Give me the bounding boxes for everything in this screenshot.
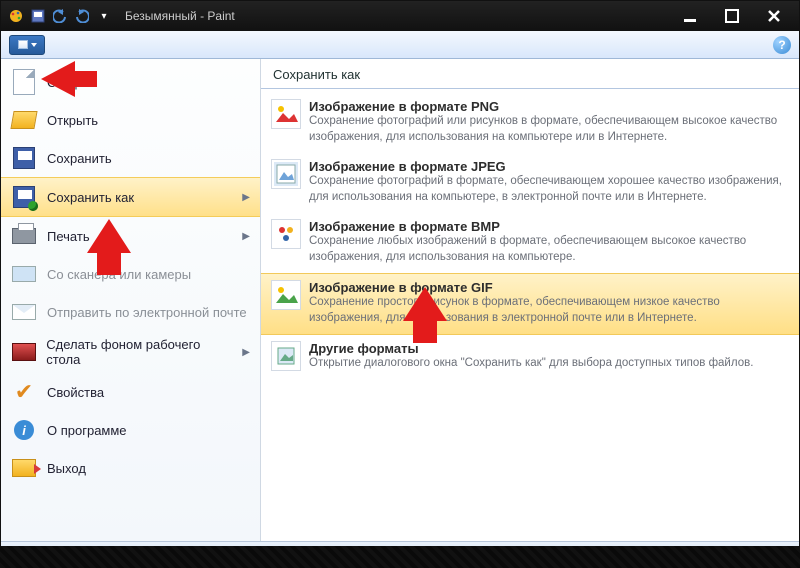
minimize-button[interactable] [679,7,701,25]
help-button[interactable]: ? [773,36,791,54]
redo-icon[interactable] [73,7,91,25]
open-icon [11,107,37,133]
info-icon: i [11,417,37,443]
chevron-down-icon [31,43,37,47]
format-title: Изображение в формате PNG [309,99,789,114]
chevron-right-icon: ▶ [242,231,250,242]
menu-item-set-wallpaper[interactable]: Сделать фоном рабочего стола ▶ [1,331,260,373]
menu-label: Сделать фоном рабочего стола [46,337,232,367]
menu-label: Сохранить [47,151,112,166]
menu-label: Сохранить как [47,190,134,205]
titlebar: ▾ Безымянный - Paint [1,1,799,31]
menu-item-about[interactable]: i О программе [1,411,260,449]
format-desc: Сохранение фотографий или рисунков в фор… [309,114,789,145]
format-bmp[interactable]: Изображение в формате BMP Сохранение люб… [261,213,799,273]
qat-customize-icon[interactable]: ▾ [95,7,113,25]
application-menu: Создать Открыть Сохранить Сохранить как … [1,59,799,541]
save-icon[interactable] [29,7,47,25]
print-icon [11,223,37,249]
app-menu-left: Создать Открыть Сохранить Сохранить как … [1,59,261,541]
close-button[interactable] [763,7,785,25]
exit-icon [11,455,37,481]
menu-item-email: Отправить по электронной почте [1,293,260,331]
save-as-icon [11,184,37,210]
format-desc: Открытие диалогового окна "Сохранить как… [309,356,753,372]
save-icon [11,145,37,171]
new-icon [11,69,37,95]
menu-item-save-as[interactable]: Сохранить как ▶ [1,177,260,217]
window-title: Безымянный - Paint [119,9,665,23]
paint-window: ▾ Безымянный - Paint ? Создать Открыть [0,0,800,568]
format-title: Изображение в формате BMP [309,219,789,234]
save-as-submenu: Сохранить как Изображение в формате PNG … [261,59,799,541]
format-desc: Сохранение любых изображений в формате, … [309,234,789,265]
menu-item-properties[interactable]: ✔ Свойства [1,373,260,411]
check-icon: ✔ [11,379,37,405]
jpeg-icon [271,159,301,189]
background-texture [0,546,800,568]
format-jpeg[interactable]: Изображение в формате JPEG Сохранение фо… [261,153,799,213]
format-other[interactable]: Другие форматы Открытие диалогового окна… [261,335,799,380]
menu-label: Печать [47,229,90,244]
app-menu-icon [18,40,28,49]
maximize-button[interactable] [721,7,743,25]
bmp-icon [271,219,301,249]
format-desc: Сохранение простого рисунок в формате, о… [309,295,789,326]
quick-access-toolbar: ▾ [1,7,119,25]
window-controls [665,7,799,25]
wallpaper-icon [11,339,36,365]
application-menu-button[interactable] [9,35,45,55]
menu-label: Свойства [47,385,104,400]
menu-label: О программе [47,423,127,438]
submenu-header: Сохранить как [261,59,799,89]
menu-label: Выход [47,461,86,476]
menu-item-save[interactable]: Сохранить [1,139,260,177]
undo-icon[interactable] [51,7,69,25]
png-icon [271,99,301,129]
menu-item-new[interactable]: Создать [1,63,260,101]
paint-logo-icon [7,7,25,25]
scanner-icon [11,261,37,287]
chevron-right-icon: ▶ [242,347,250,358]
menu-label: Отправить по электронной почте [47,305,247,320]
other-formats-icon [271,341,301,371]
format-title: Другие форматы [309,341,753,356]
mail-icon [11,299,37,325]
ribbon-bar: ? [1,31,799,59]
chevron-right-icon: ▶ [242,192,250,203]
format-desc: Сохранение фотографий в формате, обеспеч… [309,174,789,205]
format-title: Изображение в формате JPEG [309,159,789,174]
format-gif[interactable]: Изображение в формате GIF Сохранение про… [261,273,799,335]
gif-icon [271,280,301,310]
format-title: Изображение в формате GIF [309,280,789,295]
format-png[interactable]: Изображение в формате PNG Сохранение фот… [261,93,799,153]
menu-item-open[interactable]: Открыть [1,101,260,139]
menu-item-exit[interactable]: Выход [1,449,260,487]
